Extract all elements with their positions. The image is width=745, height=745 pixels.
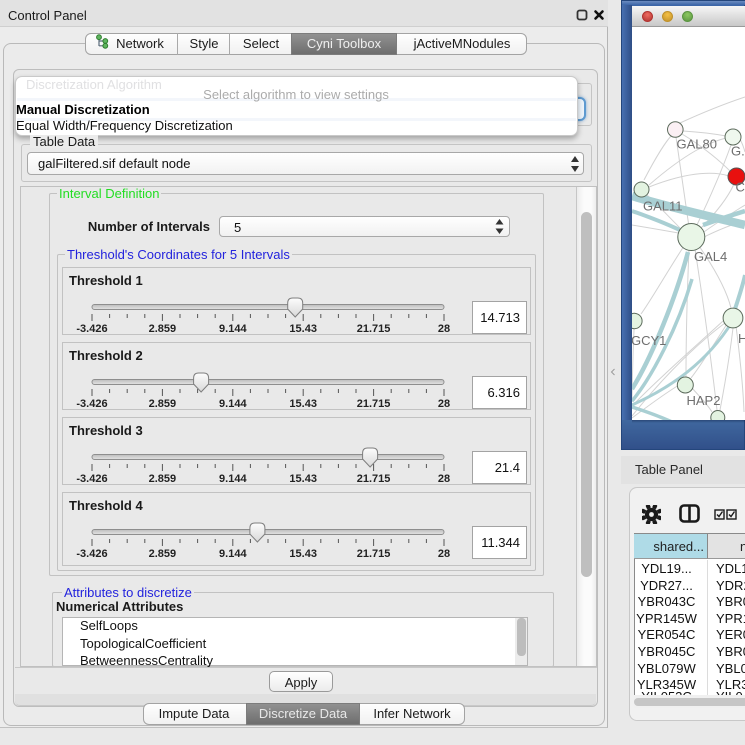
svg-text:15.43: 15.43 <box>289 398 317 410</box>
svg-text:GCY1: GCY1 <box>632 333 666 348</box>
svg-text:28: 28 <box>438 473 450 485</box>
svg-text:21.715: 21.715 <box>357 473 391 485</box>
svg-text:-3.426: -3.426 <box>76 398 107 410</box>
svg-text:2.859: 2.859 <box>149 473 177 485</box>
svg-text:28: 28 <box>438 398 450 410</box>
svg-text:GAL80: GAL80 <box>677 137 717 152</box>
svg-text:2.859: 2.859 <box>149 548 177 560</box>
svg-text:21.715: 21.715 <box>357 548 391 560</box>
svg-text:-3.426: -3.426 <box>76 473 107 485</box>
svg-text:2.859: 2.859 <box>149 398 177 410</box>
svg-text:9.144: 9.144 <box>219 473 247 485</box>
svg-text:9.144: 9.144 <box>219 548 247 560</box>
svg-text:15.43: 15.43 <box>289 473 317 485</box>
svg-text:15.43: 15.43 <box>289 323 317 335</box>
svg-text:HAP2: HAP2 <box>687 393 721 408</box>
svg-text:28: 28 <box>438 548 450 560</box>
svg-text:C: C <box>736 180 745 195</box>
svg-text:15.43: 15.43 <box>289 548 317 560</box>
svg-text:9.144: 9.144 <box>219 398 247 410</box>
svg-text:GAL11: GAL11 <box>643 199 683 214</box>
svg-text:H: H <box>738 331 745 346</box>
svg-text:-3.426: -3.426 <box>76 323 107 335</box>
svg-text:-3.426: -3.426 <box>76 548 107 560</box>
svg-text:2.859: 2.859 <box>149 323 177 335</box>
svg-text:9.144: 9.144 <box>219 323 247 335</box>
svg-text:21.715: 21.715 <box>357 323 391 335</box>
svg-text:G.: G. <box>731 144 745 159</box>
svg-text:28: 28 <box>438 323 450 335</box>
svg-text:21.715: 21.715 <box>357 398 391 410</box>
svg-text:GAL4: GAL4 <box>694 249 727 264</box>
